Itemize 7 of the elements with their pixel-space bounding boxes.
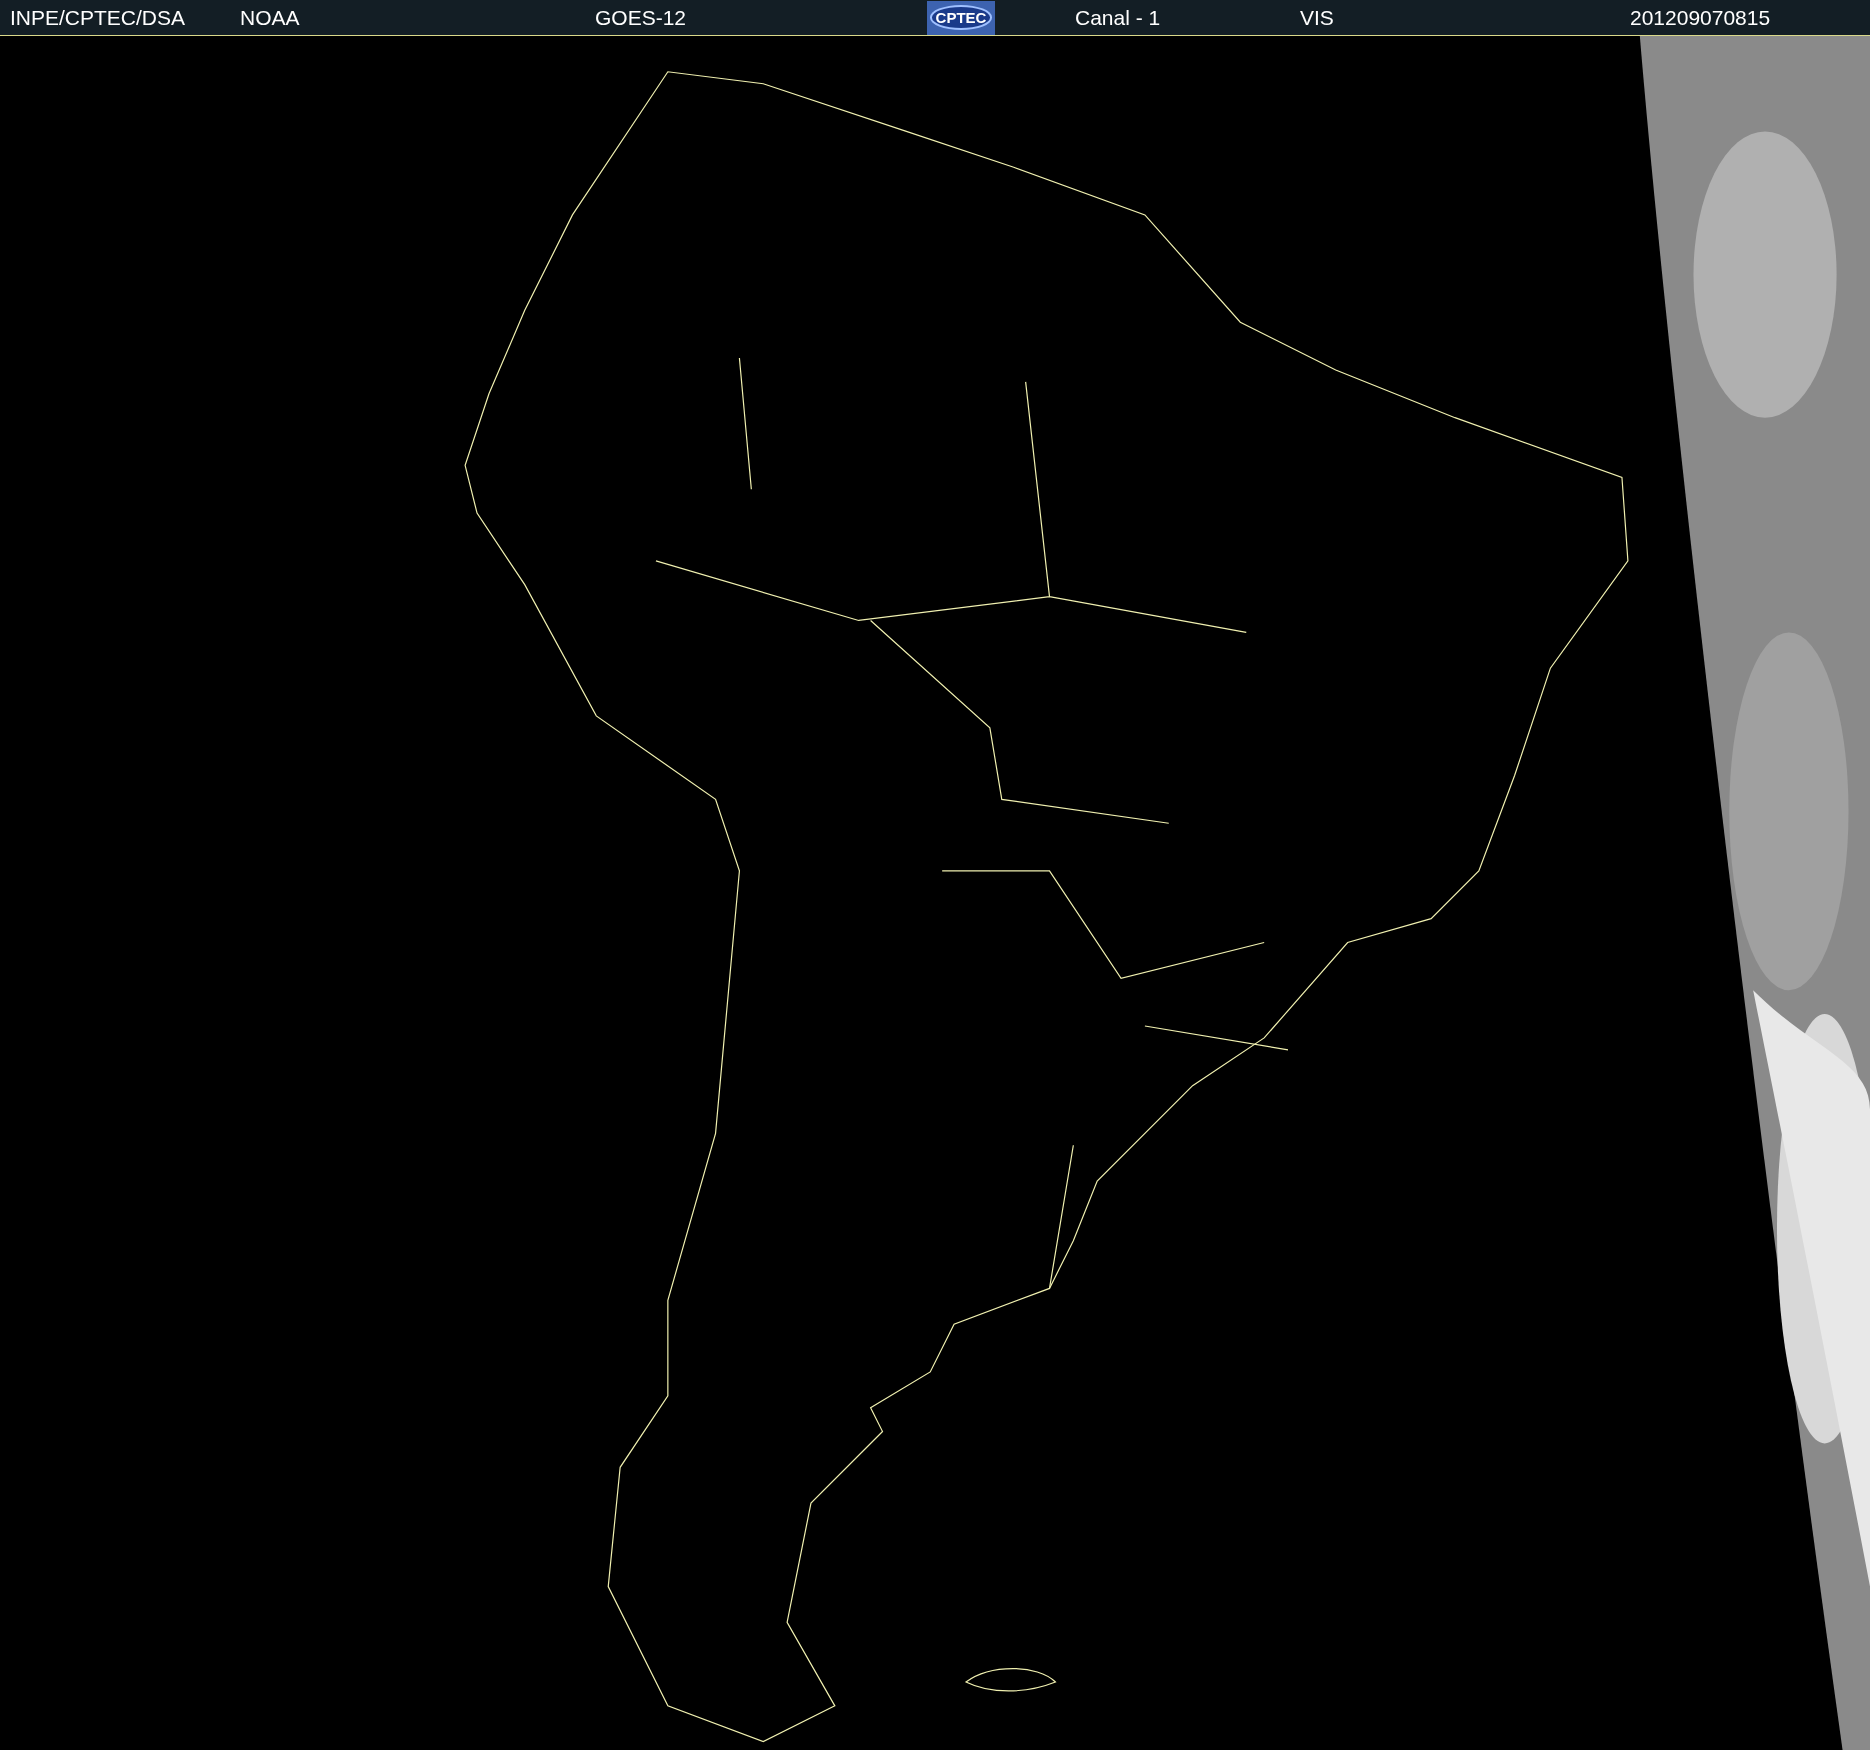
header-label: Canal - 1 [1075, 5, 1162, 30]
header-label: GOES-12 [595, 5, 688, 30]
header-label: NOAA [240, 5, 301, 30]
header-label: 201209070815 [1630, 5, 1772, 30]
header-label: INPE/CPTEC/DSA [10, 5, 187, 30]
logo: CPTEC [927, 0, 995, 35]
header-label: VIS [1300, 5, 1335, 30]
